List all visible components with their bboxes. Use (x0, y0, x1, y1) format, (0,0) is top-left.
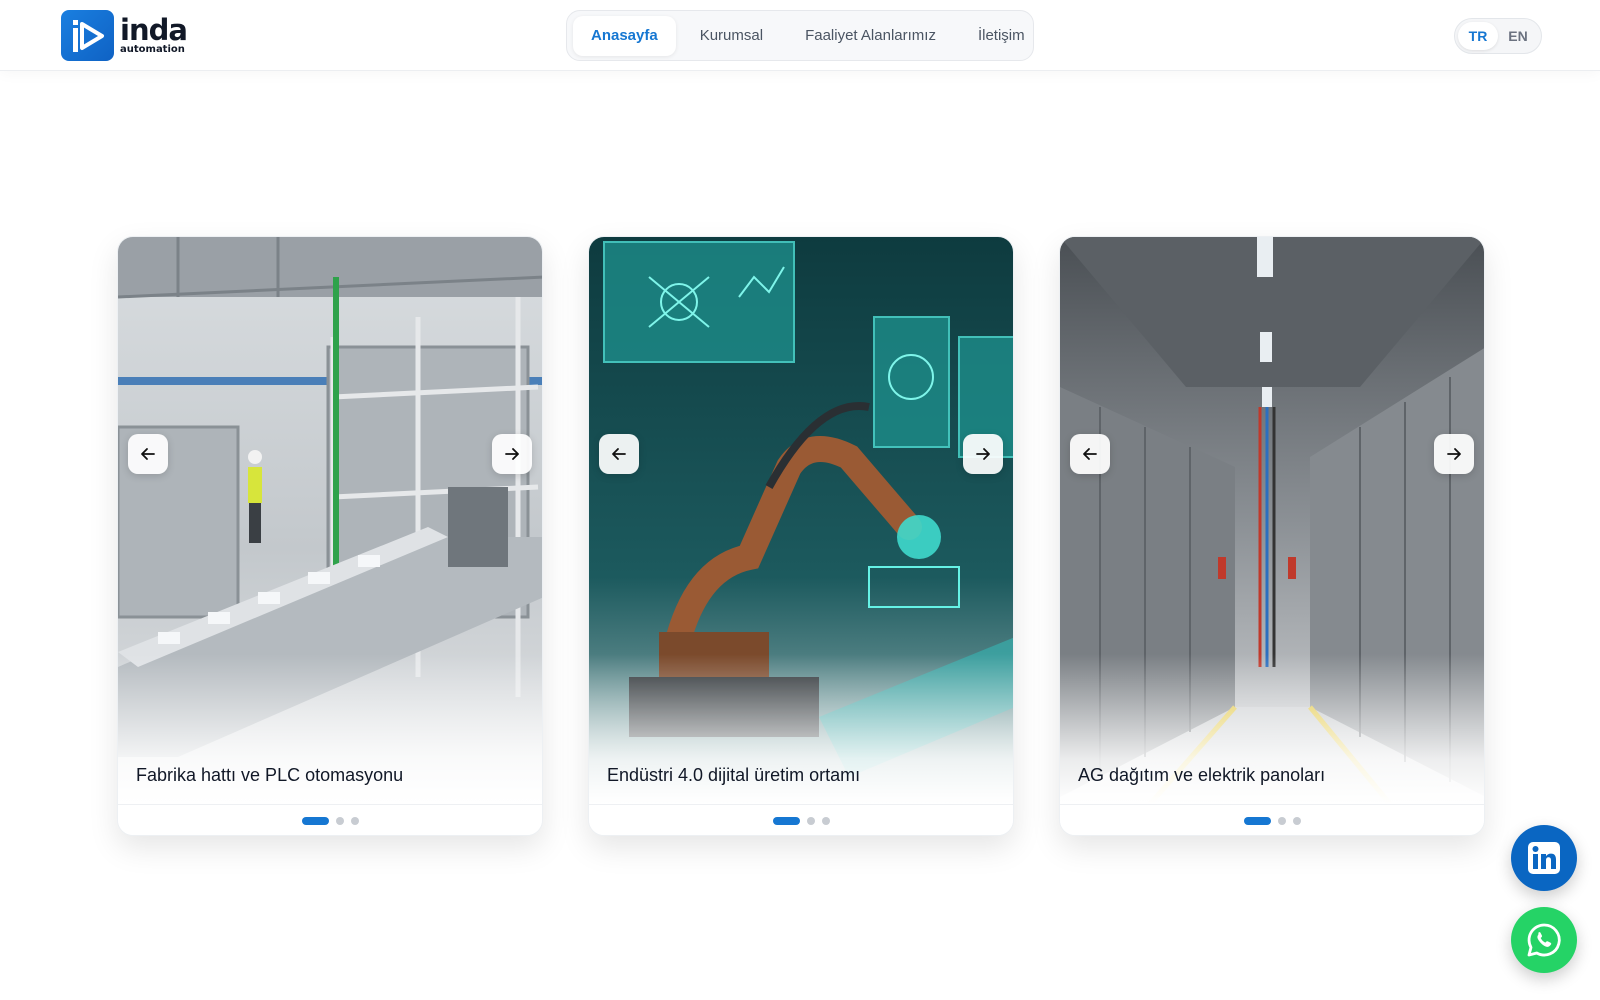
slider-card-factory: Fabrika hattı ve PLC otomasyonu (117, 236, 543, 836)
nav-item-kurumsal[interactable]: Kurumsal (682, 16, 781, 56)
pagination-dot[interactable] (806, 817, 815, 825)
inda-logo-icon (61, 10, 114, 61)
industry-robot-image (589, 237, 1013, 804)
slider-next-button[interactable] (963, 434, 1003, 474)
arrow-right-icon (976, 448, 990, 460)
slider-card-electrical: AG dağıtım ve elektrik panoları (1059, 236, 1485, 836)
pagination-dot[interactable] (1277, 817, 1286, 825)
arrow-left-icon (1083, 448, 1097, 460)
whatsapp-icon (1527, 923, 1561, 957)
slider-card-industry40: Endüstri 4.0 dijital üretim ortamı (588, 236, 1014, 836)
electrical-panels-image (1060, 237, 1484, 804)
pagination-dot[interactable] (821, 817, 830, 825)
pagination-dot[interactable] (335, 817, 344, 825)
slider-prev-button[interactable] (128, 434, 168, 474)
brand-subtitle: automation (120, 44, 185, 55)
language-en-button[interactable]: EN (1498, 22, 1538, 50)
card-caption: Endüstri 4.0 dijital üretim ortamı (607, 765, 861, 785)
site-header: inda automation Anasayfa Kurumsal Faaliy… (0, 0, 1600, 71)
card-caption: Fabrika hattı ve PLC otomasyonu (136, 765, 404, 785)
slider-next-button[interactable] (1434, 434, 1474, 474)
brand-logo[interactable]: inda automation (61, 10, 188, 61)
language-switcher: TR EN (1454, 18, 1542, 54)
arrow-right-icon (505, 448, 519, 460)
nav-item-iletisim[interactable]: İletişim (960, 16, 1043, 56)
nav-item-anasayfa[interactable]: Anasayfa (573, 15, 676, 56)
pagination-dot[interactable] (1243, 817, 1271, 825)
pagination-dot[interactable] (772, 817, 800, 825)
main-nav: Anasayfa Kurumsal Faaliyet Alanlarımız İ… (566, 10, 1034, 61)
slider-prev-button[interactable] (599, 434, 639, 474)
slider-pagination (118, 804, 542, 835)
slider-pagination (589, 804, 1013, 835)
card-caption: AG dağıtım ve elektrik panoları (1078, 765, 1326, 785)
linkedin-button[interactable] (1511, 825, 1577, 891)
arrow-right-icon (1447, 448, 1461, 460)
slider-next-button[interactable] (492, 434, 532, 474)
factory-line-image (118, 237, 542, 804)
pagination-dot[interactable] (350, 817, 359, 825)
nav-item-faaliyet-alanlarimiz[interactable]: Faaliyet Alanlarımız (787, 16, 954, 56)
whatsapp-button[interactable] (1511, 907, 1577, 973)
pagination-dot[interactable] (1292, 817, 1301, 825)
arrow-left-icon (141, 448, 155, 460)
brand-name: inda (120, 13, 188, 47)
language-tr-button[interactable]: TR (1458, 22, 1498, 50)
pagination-dot[interactable] (301, 817, 329, 825)
arrow-left-icon (612, 448, 626, 460)
slider-prev-button[interactable] (1070, 434, 1110, 474)
slider-pagination (1060, 804, 1484, 835)
linkedin-icon (1528, 842, 1560, 874)
